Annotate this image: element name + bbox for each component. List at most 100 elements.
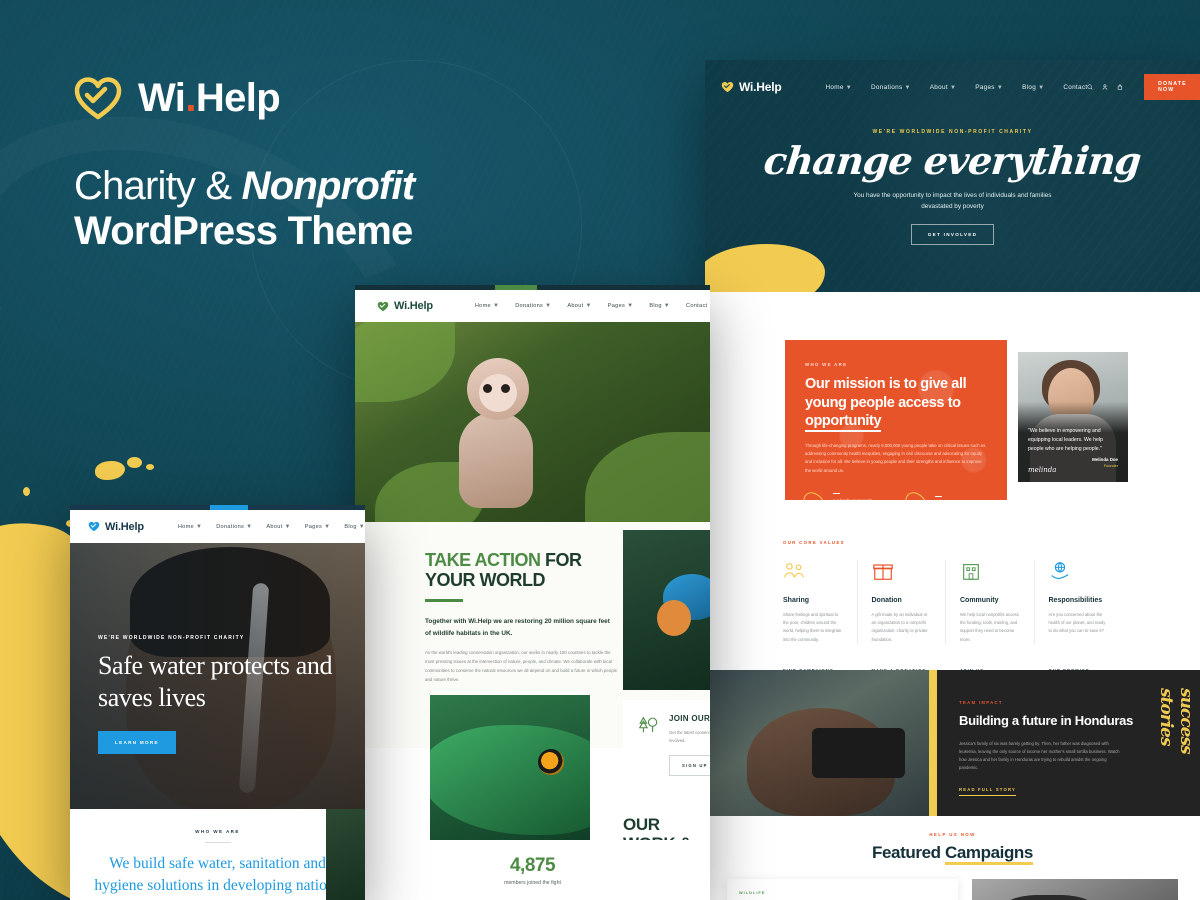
- campaign-photo: [971, 879, 1178, 900]
- story-content: TEAM IMPACT Building a future in Hondura…: [929, 670, 1200, 816]
- stat-item: 92% our funds go towards program and sup…: [798, 488, 885, 500]
- testimonial-author: Melinda Doe Founder: [1092, 457, 1118, 468]
- brand-name-first: Wi: [138, 76, 186, 120]
- nav-item-home[interactable]: Home ▼: [826, 84, 853, 91]
- mission-stats: 92% our funds go towards program and sup…: [798, 488, 987, 500]
- chevron-down-icon: ▼: [492, 303, 500, 309]
- nav-icons[interactable]: DONATE NOW: [1087, 74, 1200, 100]
- take-action-lead: Together with Wi.Help we are restoring 2…: [425, 618, 610, 637]
- building-icon: [963, 563, 979, 580]
- nav-logo-text: Wi.Help: [394, 300, 433, 312]
- value-text: We help local nonprofits access the fund…: [960, 612, 1019, 642]
- monkey-eye: [501, 384, 510, 393]
- who-heading: We build safe water, sanitation and hygi…: [94, 855, 341, 894]
- nav-item-about[interactable]: About ▼: [567, 303, 591, 309]
- value-text: Are you concerned about the health of ou…: [1048, 612, 1106, 634]
- conservation-navigation[interactable]: Wi.Help Home ▼ Donations ▼ About ▼ Pages ▼ B…: [355, 290, 710, 322]
- value-text: A gift made by an individual or an organ…: [871, 612, 928, 642]
- nav-logo-text: Wi.Help: [739, 80, 782, 94]
- heading-line-2: YOUR WORLD: [425, 570, 546, 591]
- stat-item: 98% children & families support all over…: [900, 488, 987, 500]
- nav-item-blog[interactable]: Blog ▼: [1022, 84, 1044, 91]
- browser-window-water[interactable]: Wi.Help Home ▼ Donations ▼ About ▼ Pages ▼ B…: [70, 505, 365, 900]
- success-stories-script: success stories: [1156, 688, 1196, 754]
- nav-item-about[interactable]: About ▼: [930, 84, 956, 91]
- paint-dot: [23, 487, 30, 496]
- get-involved-button[interactable]: GET INVOLVED: [910, 224, 995, 246]
- value-card-responsibilities[interactable]: Responsibilities Are you concerned about…: [1048, 560, 1123, 678]
- water-navigation[interactable]: Wi.Help Home ▼ Donations ▼ About ▼ Pages ▼ B…: [70, 510, 365, 543]
- monkey-body: [459, 412, 533, 508]
- stat-ring: 98%: [900, 488, 934, 500]
- nav-item-donations[interactable]: Donations ▼: [216, 524, 252, 530]
- kingfisher-photo: [623, 530, 710, 690]
- hero-heading: Safe water protects and saves lives: [98, 651, 333, 712]
- value-card-sharing[interactable]: Sharing Share feelings and spiritual to …: [783, 560, 858, 678]
- chevron-down-icon: ▼: [246, 523, 253, 530]
- monkey-face: [479, 374, 517, 412]
- nav-links[interactable]: Home ▼ Donations ▼ About ▼ Pages ▼ Blog ▼ Con…: [475, 303, 708, 309]
- chevron-down-icon: ▼: [324, 523, 331, 530]
- stat-text: our funds go towards program and support…: [833, 492, 885, 500]
- tagline-highlight: Nonprofit: [239, 164, 419, 211]
- take-action-heading: TAKE ACTION FOR YOUR WORLD: [425, 550, 640, 590]
- mission-section: WHO WE ARE Our mission is to give all yo…: [705, 292, 1200, 500]
- nav-item-blog[interactable]: Blog ▼: [649, 303, 670, 309]
- nav-logo[interactable]: Wi.Help: [88, 521, 144, 533]
- members-stat-block: 4,875 members joined the fight: [355, 840, 710, 900]
- value-title: Sharing: [783, 597, 810, 604]
- learn-more-button[interactable]: LEARN MORE: [98, 731, 176, 755]
- trees-icon: [638, 716, 658, 733]
- value-text: Share feelings and spiritual to the poor…: [783, 612, 842, 642]
- browser-window-conservation[interactable]: Wi.Help Home ▼ Donations ▼ About ▼ Pages ▼ B…: [355, 285, 710, 900]
- nav-item-contact[interactable]: Contact: [686, 303, 707, 309]
- values-eyebrow: OUR CORE VALUES: [783, 540, 845, 545]
- mission-heading-underlined: opportunity: [805, 413, 882, 433]
- search-icon[interactable]: [1087, 83, 1093, 91]
- take-action-body: As the world's leading conservation orga…: [425, 649, 618, 682]
- chevron-down-icon: ▼: [845, 84, 852, 91]
- nav-item-pages[interactable]: Pages ▼: [305, 524, 331, 530]
- browser-window-main[interactable]: WE'RE WORLDWIDE NON-PROFIT CHARITY chang…: [705, 60, 1200, 900]
- author-role: Founder: [1103, 464, 1118, 468]
- mission-heading: Our mission is to give all young people …: [805, 375, 987, 433]
- brand-block: Wi.Help Charity & Nonprofit WordPress Th…: [74, 76, 594, 254]
- story-body: Jessica's family of six was barely getti…: [959, 740, 1120, 771]
- chevron-down-icon: ▼: [949, 84, 957, 91]
- members-stat: 4,875 members joined the fight: [504, 855, 561, 886]
- members-number: 4,875: [509, 854, 556, 876]
- lizard-skin: [430, 725, 590, 835]
- heading-rule: [425, 599, 463, 603]
- nav-item-home[interactable]: Home ▼: [475, 303, 499, 309]
- campaign-card[interactable]: WILDLIFE From losing a home to building …: [727, 879, 958, 900]
- brand-name-dot: .: [185, 76, 196, 120]
- nav-item-pages[interactable]: Pages ▼: [975, 84, 1003, 91]
- value-title: Donation: [871, 597, 902, 604]
- main-navigation[interactable]: Wi.Help Home ▼ Donations ▼ About ▼ Pages ▼ B…: [705, 68, 1200, 106]
- tagline-line-1: Charity & Nonprofit: [74, 164, 594, 211]
- nav-item-pages[interactable]: Pages ▼: [608, 303, 634, 309]
- value-card-community[interactable]: Community We help local nonprofits acces…: [960, 560, 1035, 678]
- nav-links[interactable]: Home ▼ Donations ▼ About ▼ Pages ▼ Blog ▼ Con…: [826, 84, 1088, 91]
- nav-item-about[interactable]: About ▼: [266, 524, 290, 530]
- donate-now-button[interactable]: DONATE NOW: [1144, 74, 1200, 100]
- water-hero: WE'RE WORLDWIDE NON-PROFIT CHARITY Safe …: [70, 543, 365, 809]
- nav-logo[interactable]: Wi.Help: [377, 300, 433, 312]
- mission-eyebrow: WHO WE ARE: [805, 362, 848, 367]
- nav-item-donations[interactable]: Donations ▼: [515, 303, 551, 309]
- read-full-story-link[interactable]: READ FULL STORY: [959, 787, 1017, 796]
- value-card-donation[interactable]: Donation A gift made by an individual or…: [871, 560, 946, 678]
- nav-item-blog[interactable]: Blog ▼: [344, 524, 365, 530]
- nav-item-contact[interactable]: Contact: [1063, 84, 1087, 91]
- nav-logo[interactable]: Wi.Help: [721, 80, 782, 94]
- poster-stage: Wi.Help Charity & Nonprofit WordPress Th…: [0, 0, 1200, 900]
- nav-item-donations[interactable]: Donations ▼: [871, 84, 911, 91]
- chevron-down-icon: ▼: [358, 523, 365, 530]
- sign-up-for-emails-button[interactable]: SIGN UP FOR EMAILS: [669, 754, 710, 776]
- tagline-line-2: WordPress Theme: [74, 208, 413, 253]
- value-title: Community: [960, 597, 999, 604]
- nav-links[interactable]: Home ▼ Donations ▼ About ▼ Pages ▼ Blog ▼: [178, 524, 365, 530]
- user-icon[interactable]: [1102, 83, 1108, 91]
- cart-icon[interactable]: [1117, 83, 1123, 91]
- nav-item-home[interactable]: Home ▼: [178, 524, 202, 530]
